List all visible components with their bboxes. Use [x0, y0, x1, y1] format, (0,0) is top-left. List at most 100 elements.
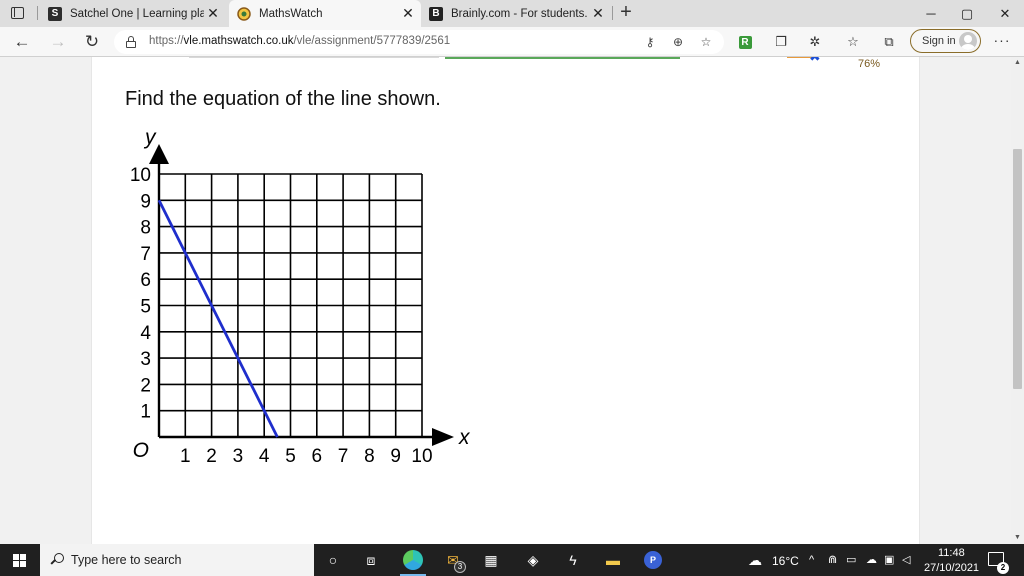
x-tick-label: 2: [206, 446, 217, 467]
y-tick-label: 6: [140, 270, 151, 291]
y-tick-label: 3: [140, 349, 151, 370]
tab-close-icon[interactable]: ✕: [204, 5, 222, 23]
score-marker: ✖: [787, 57, 832, 63]
x-tick-label: 8: [364, 446, 375, 467]
store-taskbar-button[interactable]: ▦: [472, 544, 510, 576]
extension-r-icon: R: [738, 35, 752, 49]
x-tick-label: 7: [338, 446, 349, 467]
tab-actions-button[interactable]: [10, 6, 26, 20]
task-view-icon: ⧈: [366, 551, 376, 568]
powerpoint-taskbar-button[interactable]: P: [634, 544, 672, 576]
scroll-down-icon[interactable]: ▼: [1011, 532, 1024, 544]
file-explorer-button[interactable]: ▬: [594, 544, 632, 576]
folder-icon: ▬: [606, 552, 620, 568]
series-line: [157, 199, 279, 438]
wifi-icon[interactable]: ⋒: [828, 553, 837, 566]
weather-cloud-icon[interactable]: ☁: [748, 552, 762, 569]
show-hidden-icons[interactable]: ^: [809, 554, 814, 566]
refresh-button[interactable]: ↻: [80, 30, 104, 54]
brainly-favicon-icon: B: [429, 6, 443, 21]
mail-taskbar-button[interactable]: ✉ 3: [434, 544, 472, 576]
arrow-right-icon: →: [49, 32, 67, 51]
taskbar: Type here to search ○ ⧈ ✉ 3 ▦ ◈ ϟ ▬ P ☁ …: [0, 544, 1024, 576]
lightning-app-button[interactable]: ϟ: [554, 544, 592, 576]
tab-title: Satchel One | Learning platform: [70, 7, 204, 20]
refresh-icon: ↻: [84, 32, 100, 51]
y-axis-label: y: [143, 126, 157, 149]
cross-icon: ✖: [809, 57, 821, 63]
search-icon: [50, 553, 64, 567]
y-tick-label: 2: [140, 375, 151, 396]
y-tick-label: 5: [140, 297, 151, 318]
back-button[interactable]: ←: [10, 30, 34, 54]
vertical-scrollbar[interactable]: ▲ ▼: [1011, 57, 1024, 544]
address-bar[interactable]: https://vle.mathswatch.co.uk/vle/assignm…: [114, 30, 724, 54]
onedrive-icon[interactable]: ☁: [866, 553, 877, 566]
satchel-favicon-icon: S: [48, 6, 62, 21]
x-tick-label: 9: [390, 446, 401, 467]
tab-satchel-one[interactable]: S Satchel One | Learning platform ✕: [40, 0, 226, 27]
tab-mathswatch[interactable]: MathsWatch ✕: [229, 0, 421, 27]
y-tick-label: 4: [140, 323, 151, 344]
x-tick-label: 10: [411, 446, 432, 467]
volume-icon[interactable]: ◁: [902, 553, 910, 566]
dropbox-icon: ◈: [527, 551, 539, 568]
mail-badge: 3: [454, 561, 466, 573]
tab-brainly[interactable]: B Brainly.com - For students. By stu ✕: [421, 0, 611, 27]
powerpoint-icon: P: [644, 551, 662, 569]
page-viewport: ✖ 76% Find the equation of the line show…: [0, 57, 1011, 544]
scroll-up-icon[interactable]: ▲: [1011, 57, 1024, 69]
temperature[interactable]: 16°C: [772, 554, 799, 568]
tab-strip: S Satchel One | Learning platform ✕ Math…: [0, 0, 1024, 27]
tab-divider: [37, 6, 38, 20]
key-icon[interactable]: ⚷: [642, 34, 658, 50]
search-placeholder: Type here to search: [71, 553, 182, 567]
more-options-button[interactable]: ···: [992, 32, 1012, 50]
navigation-bar: ← → ↻ https://vle.mathswatch.co.uk/vle/a…: [0, 27, 1024, 57]
clock-time[interactable]: 11:48: [938, 547, 965, 559]
tab-title: Brainly.com - For students. By stu: [451, 7, 589, 20]
extension-r-button[interactable]: R: [736, 33, 754, 51]
battery-icon[interactable]: ▭: [846, 553, 856, 566]
zoom-icon[interactable]: ⊕: [670, 34, 686, 50]
extensions-puzzle-icon[interactable]: ✲: [806, 33, 824, 51]
y-tick-label: 10: [130, 165, 151, 186]
x-tick-label: 4: [259, 446, 270, 467]
new-tab-button[interactable]: +: [616, 2, 636, 23]
y-tick-label: 8: [140, 218, 151, 239]
notification-badge: 2: [997, 562, 1009, 574]
task-view-button[interactable]: ⧈: [352, 544, 390, 576]
cortana-button[interactable]: ○: [314, 544, 352, 576]
tab-divider: [612, 6, 613, 20]
scrollbar-thumb[interactable]: [1013, 149, 1022, 389]
sign-in-label: Sign in: [922, 35, 956, 47]
question-text: Find the equation of the line shown.: [125, 88, 441, 110]
start-button[interactable]: [0, 544, 38, 576]
edge-taskbar-button[interactable]: [394, 544, 432, 576]
dropbox-taskbar-button[interactable]: ◈: [514, 544, 552, 576]
favorites-icon[interactable]: ☆: [844, 33, 862, 51]
extension-stack-icon[interactable]: ❐: [772, 33, 790, 51]
windows-logo-icon: [13, 554, 26, 567]
add-favorite-icon[interactable]: ☆: [698, 34, 714, 50]
taskbar-search[interactable]: Type here to search: [40, 544, 314, 576]
collections-icon[interactable]: ⧉: [880, 33, 898, 51]
store-icon: ▦: [484, 551, 498, 568]
x-tick-label: 6: [312, 446, 323, 467]
clock-date[interactable]: 27/10/2021: [924, 562, 979, 574]
sign-in-button[interactable]: Sign in: [910, 29, 981, 53]
close-window-button[interactable]: ✕: [982, 0, 1024, 27]
tab-close-icon[interactable]: ✕: [399, 5, 417, 23]
mathswatch-favicon-icon: [237, 6, 251, 21]
y-tick-label: 1: [140, 402, 151, 423]
edge-icon: [403, 550, 423, 570]
tab-actions-icon: [11, 7, 24, 19]
forward-button[interactable]: →: [46, 30, 70, 54]
score-percent: 76%: [858, 58, 881, 70]
x-axis-label: x: [458, 426, 471, 449]
display-icon[interactable]: ▣: [884, 553, 894, 566]
cortana-icon: ○: [328, 552, 338, 568]
tab-close-icon[interactable]: ✕: [589, 5, 607, 23]
lock-icon: [126, 36, 136, 48]
avatar-icon: [959, 32, 977, 50]
